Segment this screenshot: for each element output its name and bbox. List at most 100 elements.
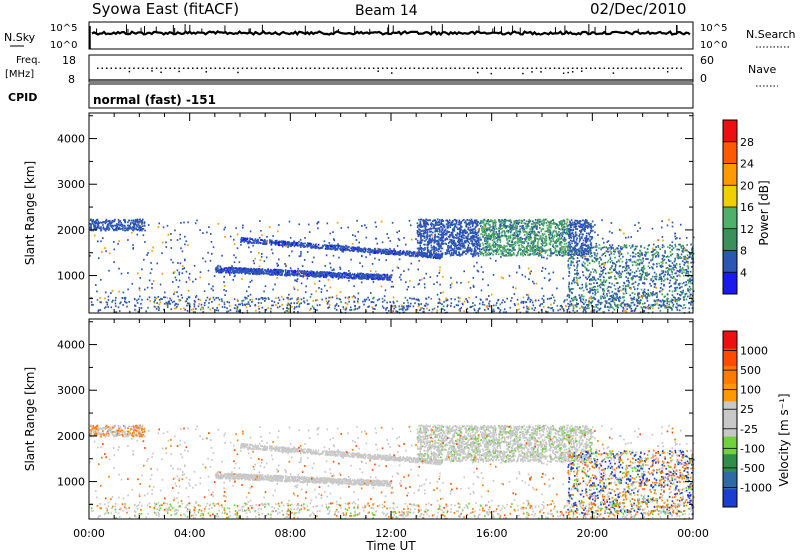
power-cell: [282, 298, 285, 301]
power-cell: [592, 225, 594, 228]
freq-dot: [350, 67, 352, 69]
power-cell: [288, 271, 291, 274]
power-cell: [455, 234, 457, 236]
power-cell: [328, 300, 330, 303]
power-cell: [194, 301, 196, 303]
power-cell: [510, 234, 512, 237]
power-cell: [346, 303, 349, 305]
power-cell: [661, 293, 663, 296]
power-cell: [267, 268, 269, 271]
power-cell: [158, 309, 160, 311]
power-cell: [267, 307, 270, 309]
power-cell: [440, 236, 443, 239]
power-cell: [439, 246, 441, 248]
power-cell: [492, 235, 495, 237]
power-cell: [661, 246, 664, 249]
power-cell: [566, 245, 569, 248]
freq-dot: [164, 67, 167, 69]
power-cell: [240, 272, 243, 275]
power-cell: [573, 238, 575, 241]
power-cell: [337, 246, 339, 249]
nave-dot: [476, 71, 479, 74]
power-cell: [446, 304, 449, 307]
freq-dot: [630, 67, 633, 69]
power-cell: [387, 249, 390, 252]
power-cell: [114, 299, 117, 302]
power-cell: [563, 246, 565, 249]
power-cell: [630, 310, 633, 312]
power-cell: [526, 245, 528, 248]
freq-dot: [522, 67, 524, 69]
freq-dot: [178, 67, 180, 69]
freq-dot: [169, 67, 171, 69]
power-cell: [603, 289, 606, 292]
power-cell: [571, 242, 573, 245]
power-cell: [443, 233, 445, 236]
power-cell: [158, 298, 161, 301]
power-cell: [246, 238, 249, 241]
freq-dot: [553, 67, 556, 69]
power-cell: [471, 305, 474, 308]
power-cell: [381, 297, 384, 300]
power-cell: [554, 247, 556, 250]
freq-dot: [173, 67, 176, 69]
power-cell: [554, 225, 557, 228]
power-cell: [501, 231, 503, 234]
power-cell: [591, 236, 594, 239]
power-cell: [561, 224, 563, 226]
freq-dot: [635, 67, 637, 69]
power-cell: [450, 244, 453, 247]
power-cell: [543, 245, 546, 248]
power-cell: [538, 234, 540, 237]
freq-dot: [255, 67, 257, 69]
freq-dot: [580, 67, 583, 69]
power-cell: [533, 309, 536, 312]
power-cell: [526, 307, 528, 310]
power-cell: [510, 250, 513, 252]
freq-dot: [214, 67, 217, 69]
power-cell: [224, 306, 226, 309]
power-cell: [487, 308, 489, 310]
power-cell: [452, 249, 454, 251]
power-cell: [223, 267, 225, 270]
power-cell: [474, 243, 476, 246]
power-cell: [576, 244, 578, 247]
power-cell: [454, 298, 456, 301]
power-cell: [174, 302, 177, 305]
power-cell: [457, 243, 460, 246]
power-cell: [502, 246, 504, 249]
power-cell: [403, 307, 405, 309]
freq-dot: [467, 67, 470, 69]
power-cell: [257, 305, 260, 308]
power-cell: [545, 243, 547, 246]
power-cell: [419, 309, 421, 312]
power-cell: [348, 246, 350, 248]
power-cell: [640, 259, 642, 261]
power-cell: [579, 296, 582, 299]
power-cell: [595, 310, 598, 313]
power-cell: [543, 233, 546, 236]
freq-dot: [250, 67, 253, 69]
freq-dot: [680, 67, 682, 69]
power-cell: [344, 274, 346, 277]
power-cell: [564, 238, 566, 241]
power-cell: [238, 268, 241, 271]
power-cell: [483, 224, 486, 227]
power-cell: [648, 261, 650, 264]
noise-panel-frame: [88, 21, 694, 50]
power-cell: [441, 241, 443, 244]
power-cell: [506, 241, 509, 244]
power-cell: [525, 310, 528, 313]
power-cell: [517, 303, 519, 305]
power-cell: [581, 283, 583, 286]
power-cell: [563, 243, 566, 245]
power-cell: [378, 248, 380, 251]
power-cell: [517, 219, 519, 222]
power-cell: [528, 220, 530, 223]
power-cell: [538, 248, 541, 251]
power-cell: [449, 249, 452, 252]
power-cell: [580, 300, 582, 303]
power-cell: [372, 307, 374, 310]
freq-dot: [363, 67, 366, 69]
power-cell: [395, 253, 398, 256]
